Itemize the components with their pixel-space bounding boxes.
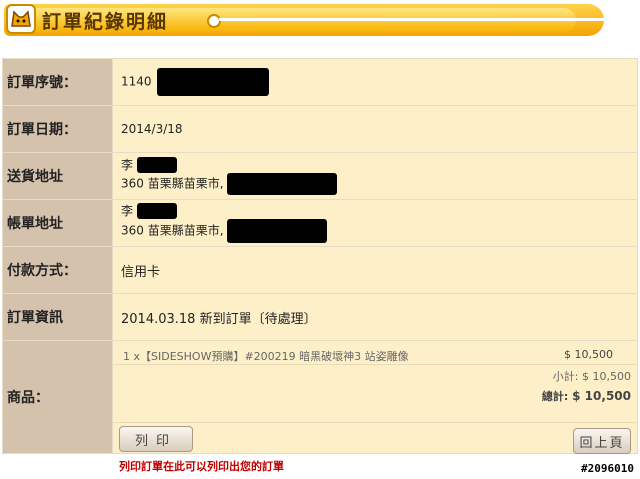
- redaction-mark: [157, 68, 270, 96]
- separator: [113, 364, 637, 365]
- payment-method-label: 付款方式：: [2, 246, 113, 294]
- row-shipping-address: 送貨地址 李 360 苗栗縣苗栗市,: [2, 152, 638, 200]
- row-payment-method: 付款方式： 信用卡: [2, 246, 638, 294]
- shipping-address-cell: 李 360 苗栗縣苗栗市,: [112, 152, 638, 200]
- order-detail-table: 訂單序號： 1140 訂單日期： 2014/3/18 送貨地址 李 360 苗栗…: [2, 58, 638, 473]
- row-order-info: 訂單資訊 2014.03.18 新到訂單〔待處理〕: [2, 293, 638, 341]
- order-number-label: 訂單序號：: [2, 58, 113, 106]
- product-item: 1 x【SIDESHOW預購】#200219 暗黑破壞神3 站姿雕像: [123, 350, 409, 363]
- order-number-cell: 1140: [112, 58, 638, 106]
- billing-address: 360 苗栗縣苗栗市,: [121, 223, 224, 238]
- products-cell: 1 x【SIDESHOW預購】#200219 暗黑破壞神3 站姿雕像 $ 10,…: [112, 340, 638, 473]
- redaction-mark: [136, 203, 177, 220]
- subtotal-value: $ 10,500: [582, 370, 631, 383]
- order-date-value: 2014/3/18: [112, 105, 638, 153]
- order-number-value: 1140: [121, 74, 152, 89]
- shipping-name: 李: [121, 157, 134, 172]
- payment-method-value: 信用卡: [112, 246, 638, 294]
- row-products: 商品： 1 x【SIDESHOW預購】#200219 暗黑破壞神3 站姿雕像 $…: [2, 340, 638, 473]
- billing-name: 李: [121, 203, 134, 218]
- separator: [113, 422, 637, 423]
- total-value: $ 10,500: [572, 389, 631, 403]
- total-row: 總計: $ 10,500: [542, 388, 631, 404]
- total-label: 總計:: [541, 390, 569, 403]
- back-button[interactable]: 回上頁: [573, 428, 631, 454]
- redaction-mark: [136, 157, 177, 174]
- billing-address-label: 帳單地址: [2, 199, 113, 247]
- banner-dot-icon: [207, 14, 221, 28]
- order-date-label: 訂單日期：: [2, 105, 113, 153]
- row-billing-address: 帳單地址 李 360 苗栗縣苗栗市,: [2, 199, 638, 247]
- redaction-mark: [227, 219, 328, 244]
- print-button[interactable]: 列印: [119, 426, 193, 452]
- shipping-address-label: 送貨地址: [2, 152, 113, 200]
- row-order-date: 訂單日期： 2014/3/18: [2, 105, 638, 153]
- watermark: #2096010: [581, 462, 634, 475]
- billing-address-cell: 李 360 苗栗縣苗栗市,: [112, 199, 638, 247]
- page-title: 訂單紀錄明細: [42, 11, 169, 33]
- order-info-label: 訂單資訊: [2, 293, 113, 341]
- banner-divider: [219, 18, 604, 21]
- products-label: 商品：: [2, 340, 113, 454]
- header-banner: 訂單紀錄明細: [0, 0, 640, 40]
- order-info-value: 2014.03.18 新到訂單〔待處理〕: [112, 293, 638, 341]
- redaction-mark: [227, 173, 338, 196]
- row-order-number: 訂單序號： 1140: [2, 58, 638, 106]
- shipping-address: 360 苗栗縣苗栗市,: [121, 176, 224, 191]
- subtotal-row: 小計: $ 10,500: [553, 368, 631, 384]
- subtotal-label: 小計:: [552, 370, 579, 383]
- product-item-price: $ 10,500: [564, 348, 613, 361]
- print-note: 列印訂單在此可以列印出您的訂單: [119, 460, 284, 473]
- cat-logo-icon: [6, 4, 36, 34]
